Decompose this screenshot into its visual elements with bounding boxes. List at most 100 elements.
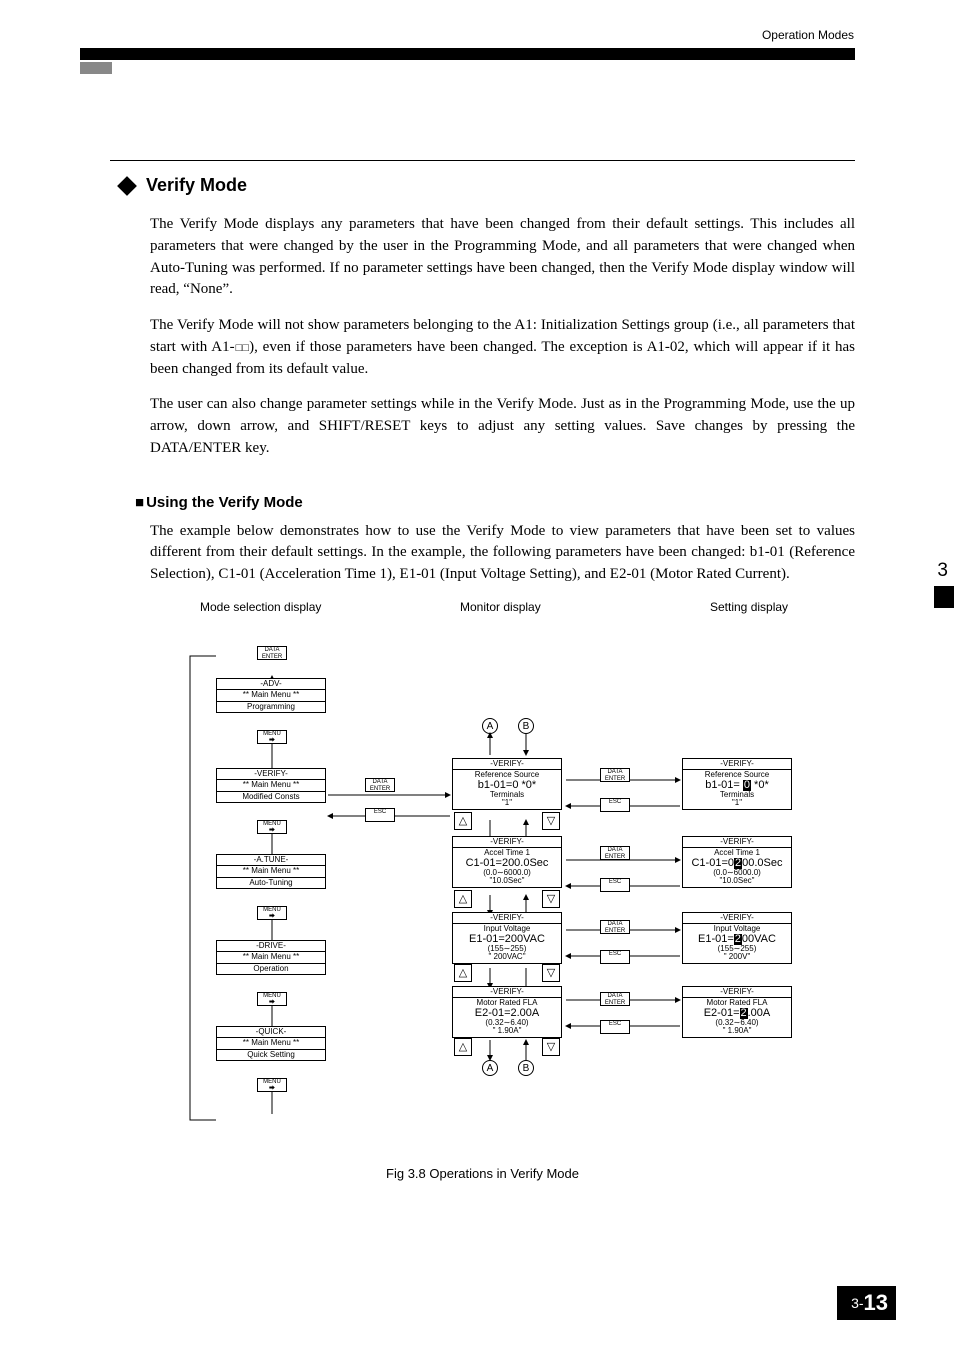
screen-item: Auto-Tuning xyxy=(217,878,325,888)
loop-label-b: B xyxy=(518,1060,534,1076)
edit-pre: C1-01=0 xyxy=(691,857,734,869)
param-sub2: "1" xyxy=(732,798,742,807)
param-sub2: " 200VAC" xyxy=(488,952,525,961)
screen-tag: -A.TUNE- xyxy=(217,855,325,866)
param-line: C1-01=200.0Sec xyxy=(466,857,549,869)
param-sub2: "10.0Sec" xyxy=(719,876,754,885)
key-esc: ESC xyxy=(600,950,630,964)
screen-tag: -VERIFY- xyxy=(453,759,561,770)
key-esc: ESC xyxy=(600,1020,630,1034)
heading-verify-mode: Verify Mode xyxy=(120,175,855,196)
key-esc: ESC xyxy=(600,798,630,812)
param-sub2: " 1.90A" xyxy=(723,1026,752,1035)
key-down-icon: ▽ xyxy=(542,890,560,908)
edit-sfx: *0* xyxy=(751,779,769,791)
key-data-enter: DATAENTER xyxy=(257,646,287,660)
loop-label-a: A xyxy=(482,1060,498,1076)
edit-sfx: .00A xyxy=(748,1007,771,1019)
param-sub2: "10.0Sec" xyxy=(489,876,524,885)
key-esc: ESC xyxy=(600,878,630,892)
key-up-icon: △ xyxy=(454,964,472,982)
content-area: Verify Mode The Verify Mode displays any… xyxy=(110,160,855,1181)
key-down-icon: ▽ xyxy=(542,812,560,830)
key-up-icon: △ xyxy=(454,812,472,830)
screen-tag: -VERIFY- xyxy=(683,913,791,924)
screen-tag: -DRIVE- xyxy=(217,941,325,952)
screen-tag: -QUICK- xyxy=(217,1027,325,1038)
heading2-text: Using the Verify Mode xyxy=(146,494,303,511)
page-number: 3-13 xyxy=(837,1286,896,1320)
screen-main: ** Main Menu ** xyxy=(217,952,325,963)
key-up-icon: △ xyxy=(454,890,472,908)
param-line: b1-01=0 *0* xyxy=(478,779,536,791)
edit-pre: E1-01= xyxy=(698,933,734,945)
screen-item: Operation xyxy=(217,964,325,974)
screen-main: ** Main Menu ** xyxy=(217,780,325,791)
figure-diagram: Mode selection display Monitor display S… xyxy=(150,600,850,1160)
screen-item: Quick Setting xyxy=(217,1050,325,1060)
screen-menu-quick: -QUICK- ** Main Menu ** Quick Setting xyxy=(216,1026,326,1061)
column-label-3: Setting display xyxy=(710,600,788,614)
figure-caption: Fig 3.8 Operations in Verify Mode xyxy=(110,1166,855,1181)
key-menu: MENU⮕ xyxy=(257,820,287,834)
screen-monitor-e1: -VERIFY- Input VoltageE1-01=200VAC(155∼2… xyxy=(452,912,562,964)
edit-sfx: 00VAC xyxy=(742,933,776,945)
screen-setting-c1: -VERIFY- Accel Time 1C1-01=0200.0Sec(0.0… xyxy=(682,836,792,888)
page-number-value: 13 xyxy=(864,1290,888,1315)
loop-label-a: A xyxy=(482,718,498,734)
key-down-icon: ▽ xyxy=(542,964,560,982)
paragraph-4: The example below demonstrates how to us… xyxy=(150,521,855,586)
edit-sfx: 00.0Sec xyxy=(742,857,782,869)
screen-tag: -VERIFY- xyxy=(683,987,791,998)
paragraph-2b: ), even if those parameters have been ch… xyxy=(150,339,855,377)
header-grey-corner xyxy=(80,62,112,74)
edit-pre: E2-01= xyxy=(704,1007,740,1019)
screen-monitor-b1: -VERIFY- Reference Sourceb1-01=0 *0*Term… xyxy=(452,758,562,810)
key-data-enter: DATAENTER xyxy=(600,846,630,860)
key-menu: MENU⮕ xyxy=(257,1078,287,1092)
screen-menu-adv: -ADV- ** Main Menu ** Programming xyxy=(216,678,326,713)
screen-tag: -VERIFY- xyxy=(453,837,561,848)
key-data-enter: DATAENTER xyxy=(365,778,395,792)
column-label-2: Monitor display xyxy=(460,600,541,614)
edit-pre: b1-01= xyxy=(705,779,743,791)
screen-monitor-c1: -VERIFY- Accel Time 1C1-01=200.0Sec(0.0∼… xyxy=(452,836,562,888)
paragraph-2: The Verify Mode will not show parameters… xyxy=(150,315,855,380)
key-menu: MENU⮕ xyxy=(257,730,287,744)
key-down-icon: ▽ xyxy=(542,1038,560,1056)
key-data-enter: DATAENTER xyxy=(600,992,630,1006)
paragraph-1: The Verify Mode displays any parameters … xyxy=(150,214,855,301)
key-menu: MENU⮕ xyxy=(257,906,287,920)
screen-tag: -VERIFY- xyxy=(453,987,561,998)
diamond-icon xyxy=(117,176,137,196)
side-tab-number: 3 xyxy=(937,560,948,582)
heading-using-verify-mode: Using the Verify Mode xyxy=(135,494,855,511)
screen-menu-verify: -VERIFY- ** Main Menu ** Modified Consts xyxy=(216,768,326,803)
param-sub2: "1" xyxy=(502,798,512,807)
screen-tag: -VERIFY- xyxy=(453,913,561,924)
screen-main: ** Main Menu ** xyxy=(217,1038,325,1049)
column-label-1: Mode selection display xyxy=(200,600,321,614)
screen-setting-b1: -VERIFY- Reference Sourceb1-01= 0 *0*Ter… xyxy=(682,758,792,810)
screen-setting-e1: -VERIFY- Input VoltageE1-01=200VAC(155∼2… xyxy=(682,912,792,964)
screen-tag: -VERIFY- xyxy=(683,837,791,848)
key-up-icon: △ xyxy=(454,1038,472,1056)
key-menu: MENU⮕ xyxy=(257,992,287,1006)
param-line: E1-01=200VAC xyxy=(469,933,545,945)
screen-setting-e2: -VERIFY- Motor Rated FLAE2-01=2.00A(0.32… xyxy=(682,986,792,1038)
screen-main: ** Main Menu ** xyxy=(217,690,325,701)
param-sub2: " 200V" xyxy=(724,952,751,961)
page-prefix: 3- xyxy=(851,1295,863,1311)
screen-menu-atune: -A.TUNE- ** Main Menu ** Auto-Tuning xyxy=(216,854,326,889)
key-data-enter: DATAENTER xyxy=(600,920,630,934)
param-line: E2-01=2.00A xyxy=(475,1007,540,1019)
page-header-right: Operation Modes xyxy=(762,28,854,42)
screen-item: Programming xyxy=(217,702,325,712)
loop-label-b: B xyxy=(518,718,534,734)
screen-tag: -VERIFY- xyxy=(683,759,791,770)
side-tab-bar xyxy=(934,586,954,608)
placeholder-squares-icon: □□ xyxy=(235,342,249,354)
key-data-enter: DATAENTER xyxy=(600,768,630,782)
paragraph-3: The user can also change parameter setti… xyxy=(150,394,855,459)
header-black-bar xyxy=(80,48,855,60)
